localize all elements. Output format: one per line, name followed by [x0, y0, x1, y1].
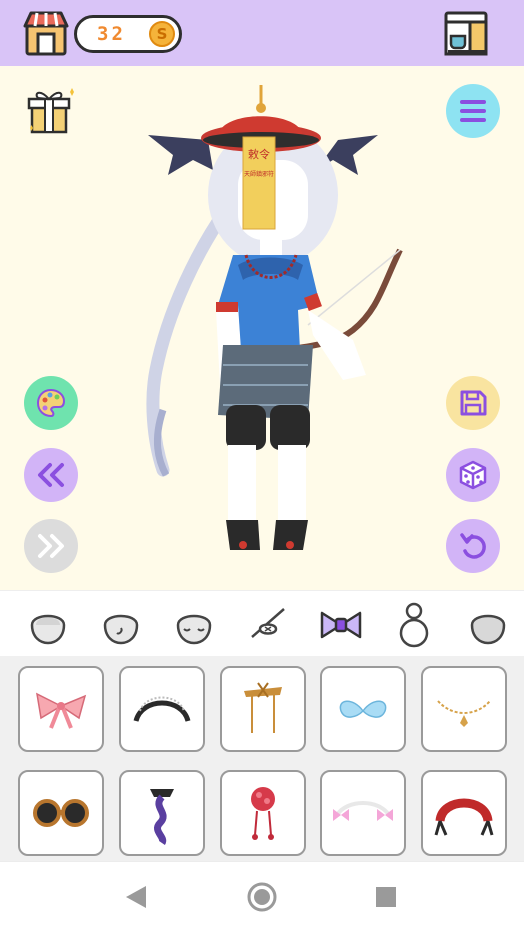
- gift-icon: [27, 88, 74, 134]
- undo-all-button[interactable]: [24, 448, 78, 502]
- gift-button[interactable]: [24, 84, 76, 138]
- headband-icon: [133, 696, 191, 722]
- item-pink-bow[interactable]: [18, 666, 104, 752]
- bow-icon: [320, 611, 362, 639]
- home-icon[interactable]: [246, 881, 278, 913]
- category-bow-accessory[interactable]: [317, 601, 365, 649]
- undo-icon: [460, 533, 486, 559]
- item-black-headband[interactable]: [119, 666, 205, 752]
- head-icon: [30, 614, 66, 645]
- palette-button[interactable]: [24, 376, 78, 430]
- dice-icon: [459, 460, 487, 490]
- item-red-flower-ornament[interactable]: [220, 770, 306, 856]
- shop-button[interactable]: [22, 10, 70, 56]
- item-pink-bow-garland[interactable]: [320, 770, 406, 856]
- category-eyepatch[interactable]: [244, 601, 292, 649]
- flower-ornament-icon: [251, 787, 275, 840]
- item-gold-necklace[interactable]: [421, 666, 507, 752]
- item-grid: [0, 656, 524, 861]
- goggles-icon: [33, 799, 89, 827]
- save-button[interactable]: [446, 376, 500, 430]
- redo-all-button[interactable]: [24, 519, 78, 573]
- category-eyes[interactable]: [170, 601, 218, 649]
- hairpin-icon: [244, 682, 282, 733]
- double-chevron-left-icon: [38, 463, 64, 487]
- rose-headband-icon: [434, 798, 494, 836]
- category-bar: [0, 590, 524, 657]
- garland-icon: [333, 801, 393, 821]
- coin-count: 32: [97, 23, 126, 45]
- eyepatch-icon: [251, 608, 285, 638]
- item-red-rose-headband[interactable]: [421, 770, 507, 856]
- item-wooden-hairpin[interactable]: [220, 666, 306, 752]
- menu-button[interactable]: [446, 84, 500, 138]
- necklace-icon: [437, 700, 491, 727]
- category-head-base[interactable]: [24, 601, 72, 649]
- character-preview: 敕令 天師鎮邪符: [138, 80, 408, 560]
- floppy-disk-icon: [460, 390, 487, 416]
- talisman-line2: 天師鎮邪符: [244, 170, 274, 178]
- ribbon-pin-icon: [150, 789, 174, 845]
- back-icon[interactable]: [124, 884, 148, 910]
- recents-icon[interactable]: [375, 886, 397, 908]
- random-button[interactable]: [446, 448, 500, 502]
- item-blue-ribbon[interactable]: [320, 666, 406, 752]
- talisman-line1: 敕令: [248, 147, 270, 161]
- reset-button[interactable]: [446, 519, 500, 573]
- item-goggles[interactable]: [18, 770, 104, 856]
- category-body[interactable]: [390, 601, 438, 649]
- coin-counter[interactable]: 32 S: [74, 15, 182, 53]
- kitchen-button[interactable]: [442, 10, 490, 58]
- shop-icon: [23, 11, 69, 56]
- palette-icon: [36, 388, 66, 418]
- kitchen-icon: [444, 11, 488, 56]
- coin-icon: S: [149, 21, 175, 47]
- system-nav-bar: [0, 861, 524, 932]
- menu-icon: [460, 100, 486, 122]
- double-chevron-right-icon: [38, 534, 64, 558]
- eyes-icon: [176, 614, 212, 645]
- head-back-icon: [470, 614, 506, 645]
- item-purple-ribbon-pin[interactable]: [119, 770, 205, 856]
- character-figure: 敕令 天師鎮邪符: [146, 85, 403, 550]
- body-icon: [399, 602, 429, 648]
- ear-icon: [103, 614, 139, 645]
- top-bar: 32 S: [0, 0, 524, 66]
- ribbon-icon: [339, 700, 387, 718]
- category-ear[interactable]: [97, 601, 145, 649]
- pink-bow-icon: [36, 692, 87, 729]
- category-head-back[interactable]: [464, 601, 512, 649]
